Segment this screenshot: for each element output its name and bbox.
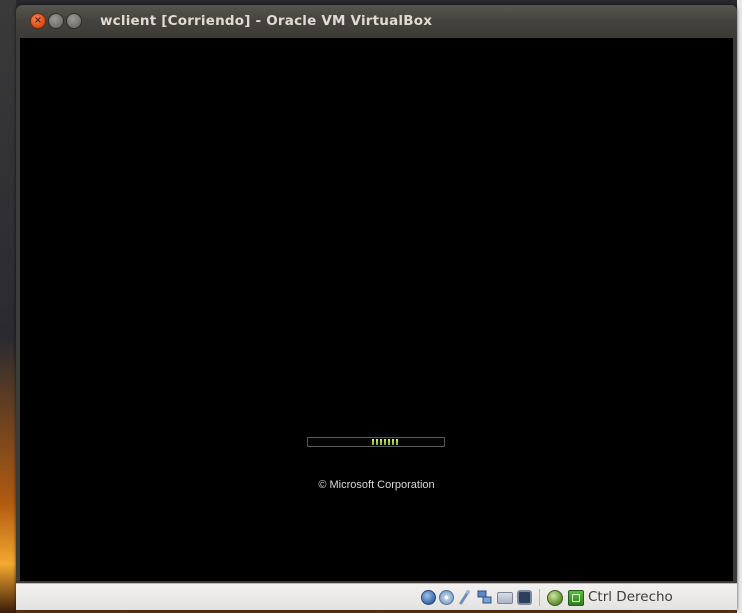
progress-segment	[376, 439, 378, 445]
progress-segment	[372, 439, 374, 445]
usb-icon[interactable]	[458, 589, 472, 606]
progress-segment	[392, 439, 394, 445]
maximize-window-button[interactable]	[66, 13, 82, 29]
status-bar: Ctrl Derecho	[16, 583, 737, 610]
status-separator	[539, 589, 540, 606]
window-title: wclient [Corriendo] - Oracle VM VirtualB…	[100, 13, 433, 29]
copyright-text: © Microsoft Corporation	[318, 479, 435, 491]
host-key-label: Ctrl Derecho	[588, 589, 673, 605]
network-icon[interactable]	[477, 590, 493, 605]
shared-folders-icon[interactable]	[497, 592, 513, 604]
boot-progress-marquee	[372, 439, 398, 445]
desktop-edge	[737, 0, 742, 613]
optical-drive-icon[interactable]	[439, 590, 454, 605]
desktop: × wclient [Corriendo] - Oracle VM Virtua…	[0, 0, 742, 613]
close-icon: ×	[33, 15, 43, 26]
progress-segment	[388, 439, 390, 445]
title-bar[interactable]: × wclient [Corriendo] - Oracle VM Virtua…	[16, 5, 737, 38]
boot-progress-bar	[307, 437, 445, 447]
progress-segment	[380, 439, 382, 445]
close-window-button[interactable]: ×	[30, 13, 46, 29]
progress-segment	[396, 439, 398, 445]
host-key-icon[interactable]	[568, 590, 584, 606]
minimize-window-button[interactable]	[48, 13, 64, 29]
virtualbox-window: × wclient [Corriendo] - Oracle VM Virtua…	[16, 5, 737, 610]
desktop-wallpaper	[0, 0, 16, 613]
vm-display[interactable]: © Microsoft Corporation	[20, 38, 733, 581]
progress-segment	[384, 439, 386, 445]
hard-disk-icon[interactable]	[421, 590, 436, 605]
display-icon[interactable]	[517, 590, 532, 605]
mouse-capture-icon[interactable]	[547, 590, 563, 606]
